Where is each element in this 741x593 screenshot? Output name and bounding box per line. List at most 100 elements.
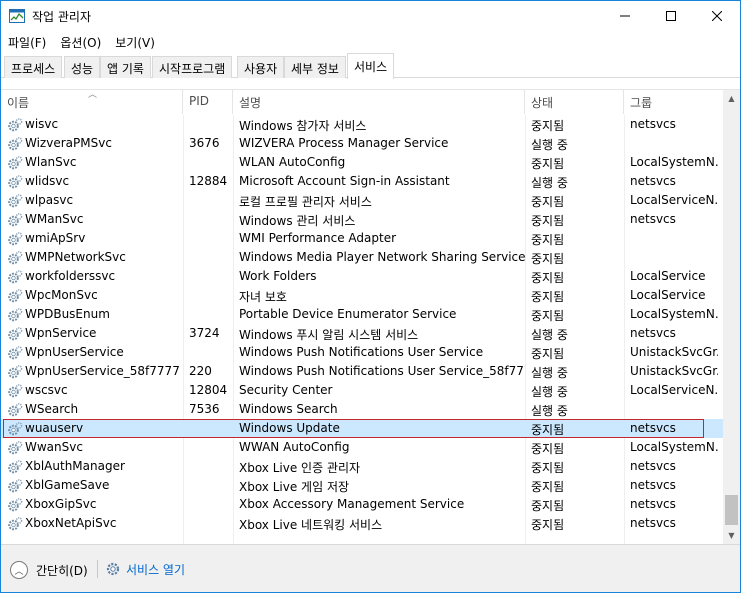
service-row[interactable]: WPDBusEnum Portable Device Enumerator Ser… [1,305,723,324]
service-gear-icon [8,118,23,132]
service-row[interactable]: WwanSvc WWAN AutoConfig 중지됨 LocalSystemN... [1,438,723,457]
menu-file[interactable]: 파일(F) [1,31,53,53]
scroll-down-icon[interactable]: ▼ [723,527,740,544]
service-gear-icon [8,175,23,189]
service-row[interactable]: wlidsvc 12884 Microsoft Account Sign-in As… [1,172,723,191]
service-row[interactable]: wlpasvc 로컬 프로필 관리자 서비스 중지됨 LocalServiceN... [1,191,723,210]
service-group: netsvcs [630,326,676,340]
tab-processes[interactable]: 프로세스 [4,56,63,78]
chevron-up-icon[interactable]: ︿ [10,561,28,579]
sort-ascending-icon: ︿ [88,90,98,100]
service-name: wlpasvc [25,193,74,207]
service-status: 실행 중 [531,404,568,418]
service-row[interactable]: workfolderssvc Work Folders 중지됨 LocalServic… [1,267,723,286]
service-description: WLAN AutoConfig [239,155,346,169]
menu-view[interactable]: 보기(V) [108,31,162,53]
service-status: 실행 중 [531,176,568,190]
column-header-name[interactable]: 이름 ︿ [1,90,183,114]
service-group: LocalSystemN... [630,307,718,321]
column-header-group[interactable]: 그룹 [624,90,723,114]
tab-performance[interactable]: 성능 [64,56,101,78]
service-row[interactable]: WMPNetworkSvc Windows Media Player Networ… [1,248,723,267]
service-status: 중지됨 [531,518,565,532]
service-gear-icon [8,441,23,455]
service-group: LocalSystemN... [630,155,718,169]
service-status: 중지됨 [531,442,565,456]
close-button[interactable] [694,1,740,31]
title-bar[interactable]: 작업 관리자 [1,1,740,31]
service-name: workfolderssvc [25,269,116,283]
service-group: netsvcs [630,497,676,511]
service-status: 실행 중 [531,328,568,342]
service-row[interactable]: WpnUserService_58f7777 220 Windows Push No… [1,362,723,381]
service-status: 실행 중 [531,385,568,399]
service-description: Xbox Accessory Management Service [239,497,465,511]
service-row[interactable]: XboxGipSvc Xbox Accessory Management Serv… [1,495,723,514]
service-description: Work Folders [239,269,317,283]
service-status: 중지됨 [531,233,565,247]
tab-details[interactable]: 세부 정보 [284,56,346,78]
service-name: wscsvc [25,383,68,397]
service-group: netsvcs [630,421,676,435]
service-description: Windows Update [239,421,340,435]
column-header-status[interactable]: 상태 [525,90,624,114]
service-row[interactable]: WizveraPMSvc 3676 WIZVERA Process Manager … [1,134,723,153]
service-row[interactable]: wisvc Windows 참가자 서비스 중지됨 netsvcs [1,115,723,134]
tab-users[interactable]: 사용자 [237,56,285,78]
tab-startup[interactable]: 시작프로그램 [152,56,233,78]
tab-services[interactable]: 서비스 [347,53,395,79]
service-group: netsvcs [630,478,676,492]
service-row[interactable]: WlanSvc WLAN AutoConfig 중지됨 LocalSystemN... [1,153,723,172]
service-gear-icon [8,270,23,284]
service-status: 실행 중 [531,138,568,152]
service-row[interactable]: WpcMonSvc 자녀 보호 중지됨 LocalService [1,286,723,305]
minimize-button[interactable] [602,1,648,31]
menu-options[interactable]: 옵션(O) [53,31,108,53]
fewer-details-button[interactable]: 간단히(D) [36,562,88,579]
service-name: WpnService [25,326,97,340]
service-row[interactable]: WpnUserService Windows Push Notifications… [1,343,723,362]
service-row[interactable]: XboxNetApiSvc Xbox Live 네트워킹 서비스 중지됨 netsvc… [1,514,723,533]
service-name: WPDBusEnum [25,307,110,321]
service-row[interactable]: WSearch 7536 Windows Search 실행 중 [1,400,723,419]
service-row[interactable]: wscsvc 12804 Security Center 실행 중 LocalServi… [1,381,723,400]
service-gear-icon [8,517,23,531]
service-row[interactable]: XblGameSave Xbox Live 게임 저장 중지됨 netsvcs [1,476,723,495]
service-name: WSearch [25,402,79,416]
service-row[interactable]: wmiApSrv WMI Performance Adapter 중지됨 [1,229,723,248]
service-gear-icon [8,137,23,151]
service-group: LocalService [630,269,706,283]
service-name: wmiApSrv [25,231,86,245]
tab-bar: 프로세스 성능 앱 기록 시작프로그램 사용자 세부 정보 서비스 [1,53,740,79]
maximize-button[interactable] [648,1,694,31]
services-table: 이름 ︿ PID 설명 상태 그룹 wisvc Windows 참가자 서비스 중지… [1,89,740,544]
service-gear-icon [8,156,23,170]
service-row[interactable]: WManSvc Windows 관리 서비스 중지됨 netsvcs [1,210,723,229]
service-row[interactable]: WpnService 3724 Windows 푸시 알림 시스템 서비스 실행 중 n… [1,324,723,343]
service-row[interactable]: wuauserv Windows Update 중지됨 netsvcs [1,419,723,438]
scroll-up-icon[interactable]: ▲ [723,90,740,107]
service-gear-icon [8,422,23,436]
scrollbar-thumb[interactable] [725,495,738,525]
service-description: WWAN AutoConfig [239,440,350,454]
service-status: 중지됨 [531,252,565,266]
column-header-pid[interactable]: PID [183,90,233,114]
service-name: wisvc [25,117,59,131]
service-description: 로컬 프로필 관리자 서비스 [239,195,372,209]
column-header-description[interactable]: 설명 [233,90,525,114]
service-pid: 7536 [189,402,220,416]
service-gear-icon [8,194,23,208]
service-row[interactable]: XblAuthManager Xbox Live 인증 관리자 중지됨 netsvcs [1,457,723,476]
table-body: wisvc Windows 참가자 서비스 중지됨 netsvcs WizveraPMS… [1,115,723,544]
tab-app-history[interactable]: 앱 기록 [100,56,151,78]
vertical-scrollbar[interactable]: ▲ ▼ [723,90,740,544]
open-services-link[interactable]: 서비스 열기 [126,561,185,578]
service-description: Windows Media Player Network Sharing Ser… [239,250,525,264]
service-gear-icon [8,384,23,398]
service-gear-icon [8,232,23,246]
service-name: XblGameSave [25,478,110,492]
service-status: 중지됨 [531,499,565,513]
minimize-icon [620,15,630,17]
service-description: WMI Performance Adapter [239,231,397,245]
service-description: Security Center [239,383,333,397]
